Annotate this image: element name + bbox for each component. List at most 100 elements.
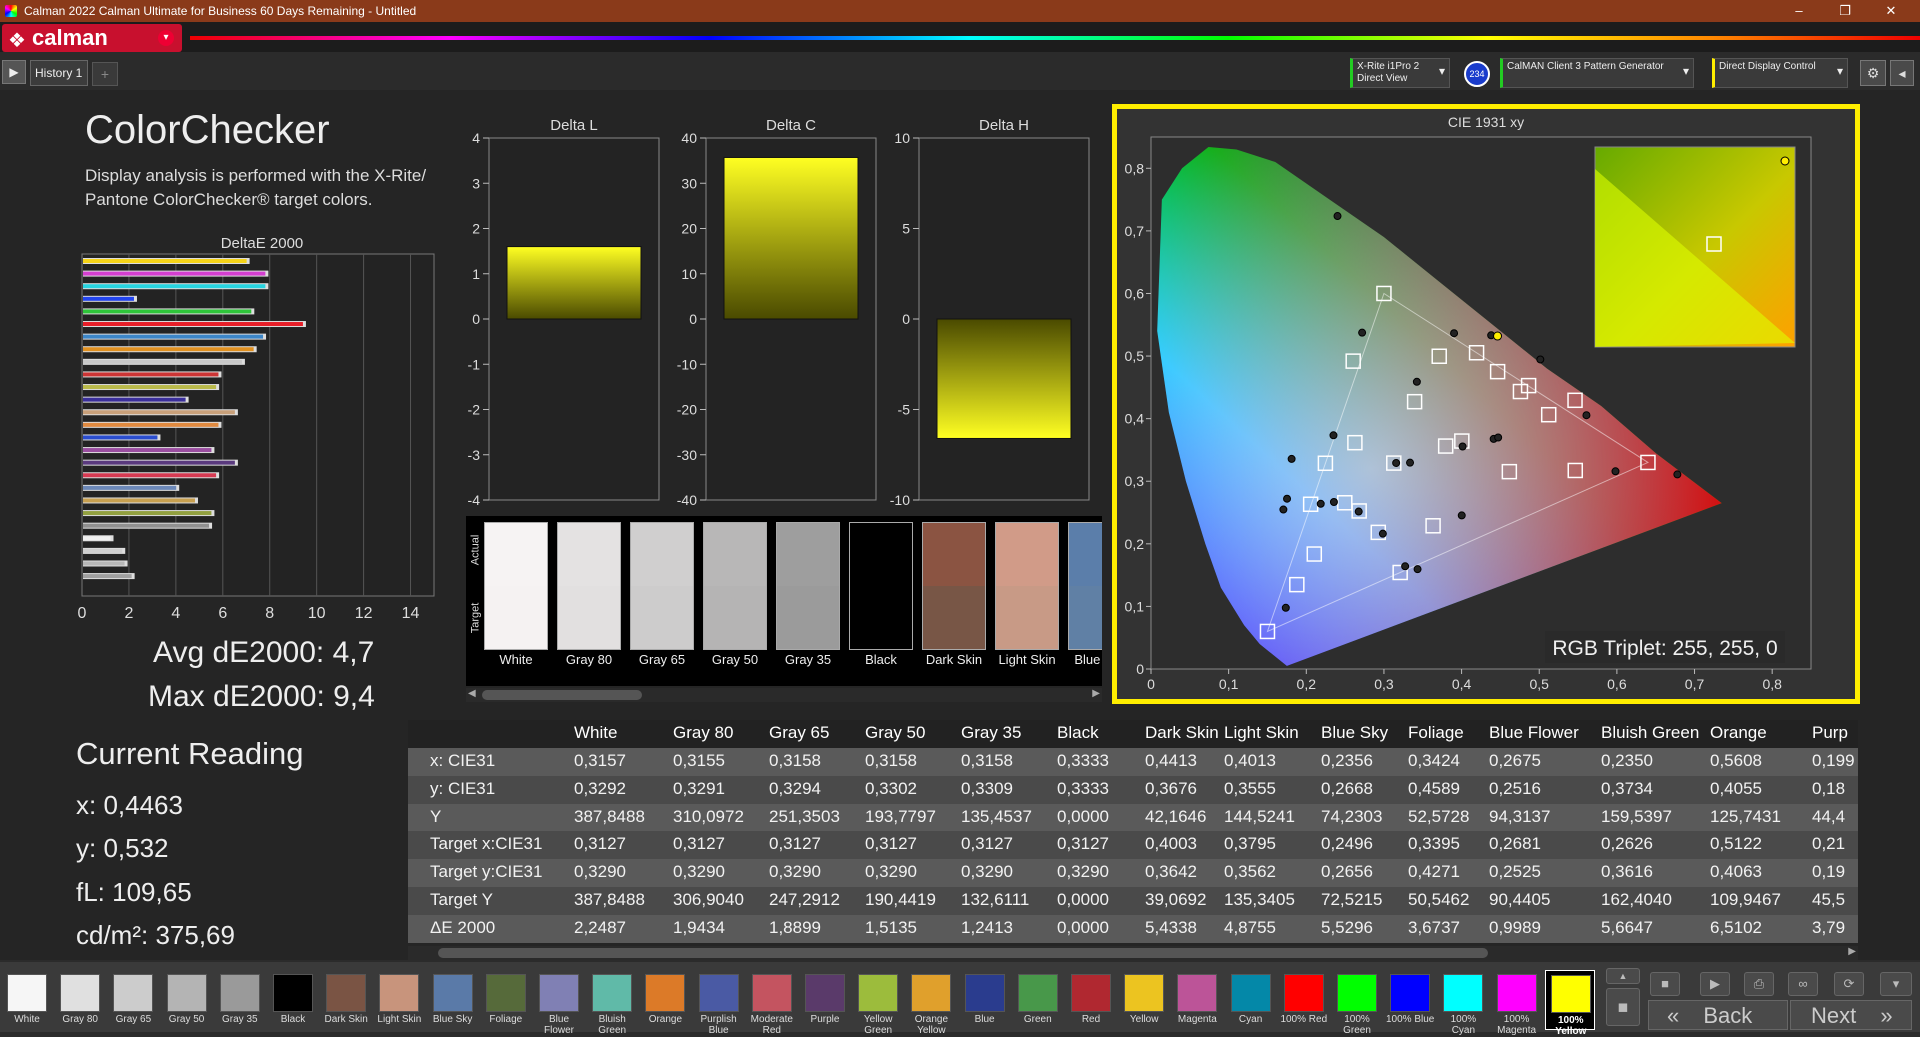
deltae-bar — [83, 410, 235, 415]
patch-button[interactable]: 100% Blue — [1385, 970, 1435, 1030]
patch-button[interactable]: Purplish Blue — [694, 970, 744, 1036]
minimize-button[interactable]: – — [1776, 0, 1822, 22]
patch-button[interactable]: Bluish Green — [587, 970, 637, 1036]
patch-button[interactable]: Dark Skin — [321, 970, 371, 1030]
patch-button[interactable]: Gray 80 — [55, 970, 105, 1030]
patch-button[interactable]: 100% Magenta — [1492, 970, 1542, 1036]
gear-icon[interactable]: ⚙ — [1860, 60, 1886, 86]
patch-button[interactable]: White — [2, 970, 52, 1030]
current-reading-luminance: cd/m²: 375,69 — [76, 920, 235, 950]
patch-button[interactable]: 100% Red — [1279, 970, 1329, 1030]
next-button[interactable]: Next » — [1790, 1000, 1912, 1030]
scroll-thumb[interactable] — [438, 948, 1488, 958]
patch-label: White — [14, 1014, 40, 1025]
scroll-left-icon[interactable]: ◀ — [468, 688, 476, 699]
patch-button[interactable]: Gray 50 — [162, 970, 212, 1030]
patch-button[interactable]: Blue Flower — [534, 970, 584, 1036]
patch-button[interactable]: Yellow — [1119, 970, 1169, 1030]
swatch-dark-skin — [922, 522, 986, 650]
patch-button[interactable]: 100% Cyan — [1438, 970, 1488, 1036]
table-cell: 109,9467 — [1710, 890, 1781, 909]
patch-swatch — [592, 974, 633, 1012]
swatch-scrollbar[interactable]: ◀ ▶ — [466, 688, 1102, 702]
patch-button[interactable]: Red — [1066, 970, 1116, 1030]
back-button[interactable]: « Back — [1648, 1000, 1788, 1030]
y-tick-label: 1 — [472, 266, 480, 282]
dropdown-icon[interactable]: ▾ — [1880, 972, 1912, 996]
table-row: Y 387,8488 310,0972 251,3503 193,7797 135,453… — [408, 803, 1858, 832]
patch-button[interactable]: Magenta — [1172, 970, 1222, 1030]
patch-button[interactable]: Blue — [960, 970, 1010, 1030]
deltae-bar — [83, 448, 212, 453]
table-cell: 0,3290 — [673, 862, 725, 882]
meter-selector[interactable]: X-Rite i1Pro 2 Direct View ▾ — [1350, 58, 1450, 88]
patch-label: Yellow — [1129, 1014, 1159, 1025]
table-cell: 306,9040 — [673, 890, 744, 909]
maximize-button[interactable]: ❐ — [1822, 0, 1868, 22]
close-button[interactable]: ✕ — [1868, 0, 1914, 22]
patch-label: Magenta — [1177, 1014, 1217, 1025]
patch-button[interactable]: Green — [1013, 970, 1063, 1030]
calman-menu-button[interactable]: ❖ calman ▾ — [2, 24, 182, 52]
rgb-triplet-readout: RGB Triplet: 255, 255, 0 — [1552, 637, 1777, 660]
measured-point — [1494, 433, 1503, 442]
table-cell: 135,3405 — [1224, 890, 1295, 909]
patch-button[interactable]: 100% Green — [1332, 970, 1382, 1036]
table-scrollbar[interactable]: ▶ — [408, 946, 1858, 960]
patch-label: Blue Flower — [543, 1014, 574, 1036]
collapse-arrow-icon[interactable]: ◂ — [1890, 60, 1914, 86]
tab-history-1[interactable]: History 1 — [30, 60, 88, 86]
chevron-down-icon[interactable]: ▾ — [158, 30, 174, 46]
save-icon[interactable]: ⎙ — [1744, 972, 1774, 996]
table-cell: 5,4338 — [1145, 917, 1197, 937]
patch-swatch — [1071, 974, 1111, 1012]
next-label: Next — [1811, 1003, 1857, 1028]
swatch-target — [850, 586, 912, 649]
patch-button[interactable]: Moderate Red — [747, 970, 797, 1036]
table-cell: 135,4537 — [961, 806, 1032, 826]
patch-button[interactable]: Yellow Green — [853, 970, 903, 1036]
x-tick-label: 6 — [218, 605, 227, 622]
swatch-label: Gray 35 — [784, 652, 832, 667]
play-icon[interactable]: ▶ — [2, 60, 26, 84]
refresh-icon[interactable]: ⟳ — [1834, 972, 1864, 996]
table-cell: 0,2496 — [1321, 834, 1373, 854]
y-tick-label: 0,2 — [1125, 536, 1145, 552]
patch-button[interactable]: Gray 35 — [215, 970, 265, 1030]
delta-c-chart: Delta C 40 30 20 10 0 -10 -20 -30 -40 — [677, 117, 877, 506]
patch-button[interactable]: Blue Sky — [428, 970, 478, 1030]
patch-button[interactable]: Orange — [640, 970, 690, 1030]
scroll-right-icon[interactable]: ▶ — [1848, 946, 1856, 957]
patch-button[interactable]: Black — [268, 970, 318, 1030]
patch-button[interactable]: Orange Yellow — [906, 970, 956, 1036]
deltae-bar — [83, 473, 217, 478]
up-arrow-icon[interactable]: ▲ — [1606, 968, 1640, 984]
loop-icon[interactable]: ∞ — [1788, 972, 1818, 996]
stop-icon[interactable]: ■ — [1650, 972, 1680, 996]
deltae-bar — [83, 334, 264, 339]
swatch-target — [923, 586, 985, 649]
pattern-generator-selector[interactable]: CalMAN Client 3 Pattern Generator ▾ — [1500, 58, 1694, 88]
table-cell: 0,3127 — [673, 834, 725, 854]
device-badge[interactable]: 234 — [1464, 61, 1490, 87]
patch-label: Green — [1023, 1014, 1052, 1025]
scroll-thumb[interactable] — [482, 690, 642, 700]
actual-label: Actual — [469, 534, 482, 566]
play-icon[interactable]: ▶ — [1700, 972, 1730, 996]
table-cell: 159,5397 — [1601, 806, 1672, 826]
delta-bar — [723, 156, 859, 320]
patch-button[interactable]: Cyan — [1226, 970, 1276, 1030]
display-control-selector[interactable]: Direct Display Control ▾ — [1712, 58, 1848, 88]
patch-button[interactable]: Purple — [800, 970, 850, 1030]
swatch-actual — [1069, 523, 1102, 586]
patch-button[interactable]: Foliage — [481, 970, 531, 1030]
deltae-bar — [83, 397, 186, 402]
table-cell: 0,3676 — [1145, 778, 1197, 798]
patch-button[interactable]: Light Skin — [374, 970, 424, 1030]
patch-label: Light Skin — [377, 1014, 422, 1025]
add-tab-button[interactable]: + — [92, 62, 118, 86]
patch-button[interactable]: 100% Yellow — [1544, 970, 1595, 1037]
scroll-right-icon[interactable]: ▶ — [1092, 688, 1100, 699]
stop-square-icon[interactable]: ◼ — [1606, 988, 1640, 1026]
patch-button[interactable]: Gray 65 — [108, 970, 158, 1030]
